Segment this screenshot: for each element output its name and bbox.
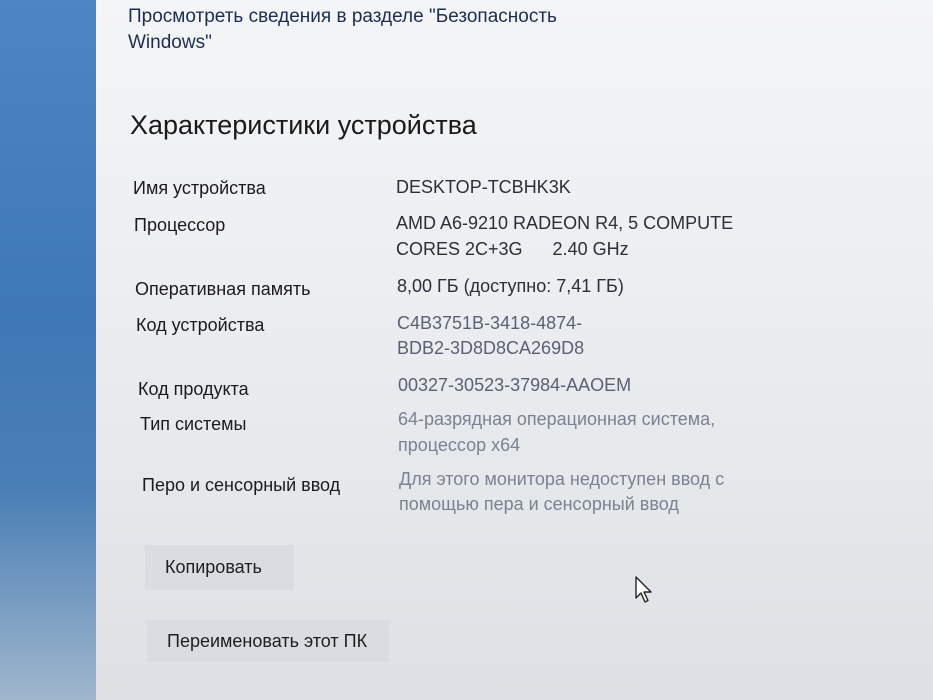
spec-value-device-id-line2: BDB2-3D8D8CA269D8 xyxy=(397,338,585,358)
spec-value-device-id-line1: C4B3751B-3418-4874- xyxy=(397,313,583,333)
spec-label-processor: Процессор xyxy=(134,215,226,235)
copy-button[interactable]: Копировать xyxy=(145,545,294,590)
spec-label-pen-touch: Перо и сенсорный ввод xyxy=(142,475,341,495)
spec-value-processor-line1: AMD A6-9210 RADEON R4, 5 COMPUTE xyxy=(396,213,734,233)
spec-value-system-type-line2: процессор x64 xyxy=(398,435,521,455)
windows-security-link[interactable]: Просмотреть сведения в разделе "Безопасн… xyxy=(128,4,598,56)
spec-value-device-name: DESKTOP-TCBHK3K xyxy=(396,177,571,197)
spec-value-pen-touch-line1: Для этого монитора недоступен ввод с xyxy=(399,469,725,489)
rename-pc-button[interactable]: Переименовать этот ПК xyxy=(147,620,389,662)
spec-label-product-id: Код продукта xyxy=(138,379,249,399)
desktop-background-strip xyxy=(0,0,116,700)
spec-label-system-type: Тип системы xyxy=(140,414,247,434)
spec-value-system-type-line1: 64-разрядная операционная система, xyxy=(398,409,716,429)
spec-label-ram: Оперативная память xyxy=(135,279,311,299)
spec-value-product-id: 00327-30523-37984-AAOEM xyxy=(398,375,632,395)
spec-label-device-id: Код устройства xyxy=(136,315,265,335)
spec-label-device-name: Имя устройства xyxy=(133,178,266,198)
spec-value-processor-line2: CORES 2C+3G 2.40 GHz xyxy=(396,239,629,259)
mouse-pointer-icon xyxy=(635,576,652,603)
spec-value-ram: 8,00 ГБ (доступно: 7,41 ГБ) xyxy=(397,276,624,296)
section-title: Характеристики устройства xyxy=(130,110,477,140)
spec-value-pen-touch-line2: помощью пера и сенсорный ввод xyxy=(399,494,679,514)
